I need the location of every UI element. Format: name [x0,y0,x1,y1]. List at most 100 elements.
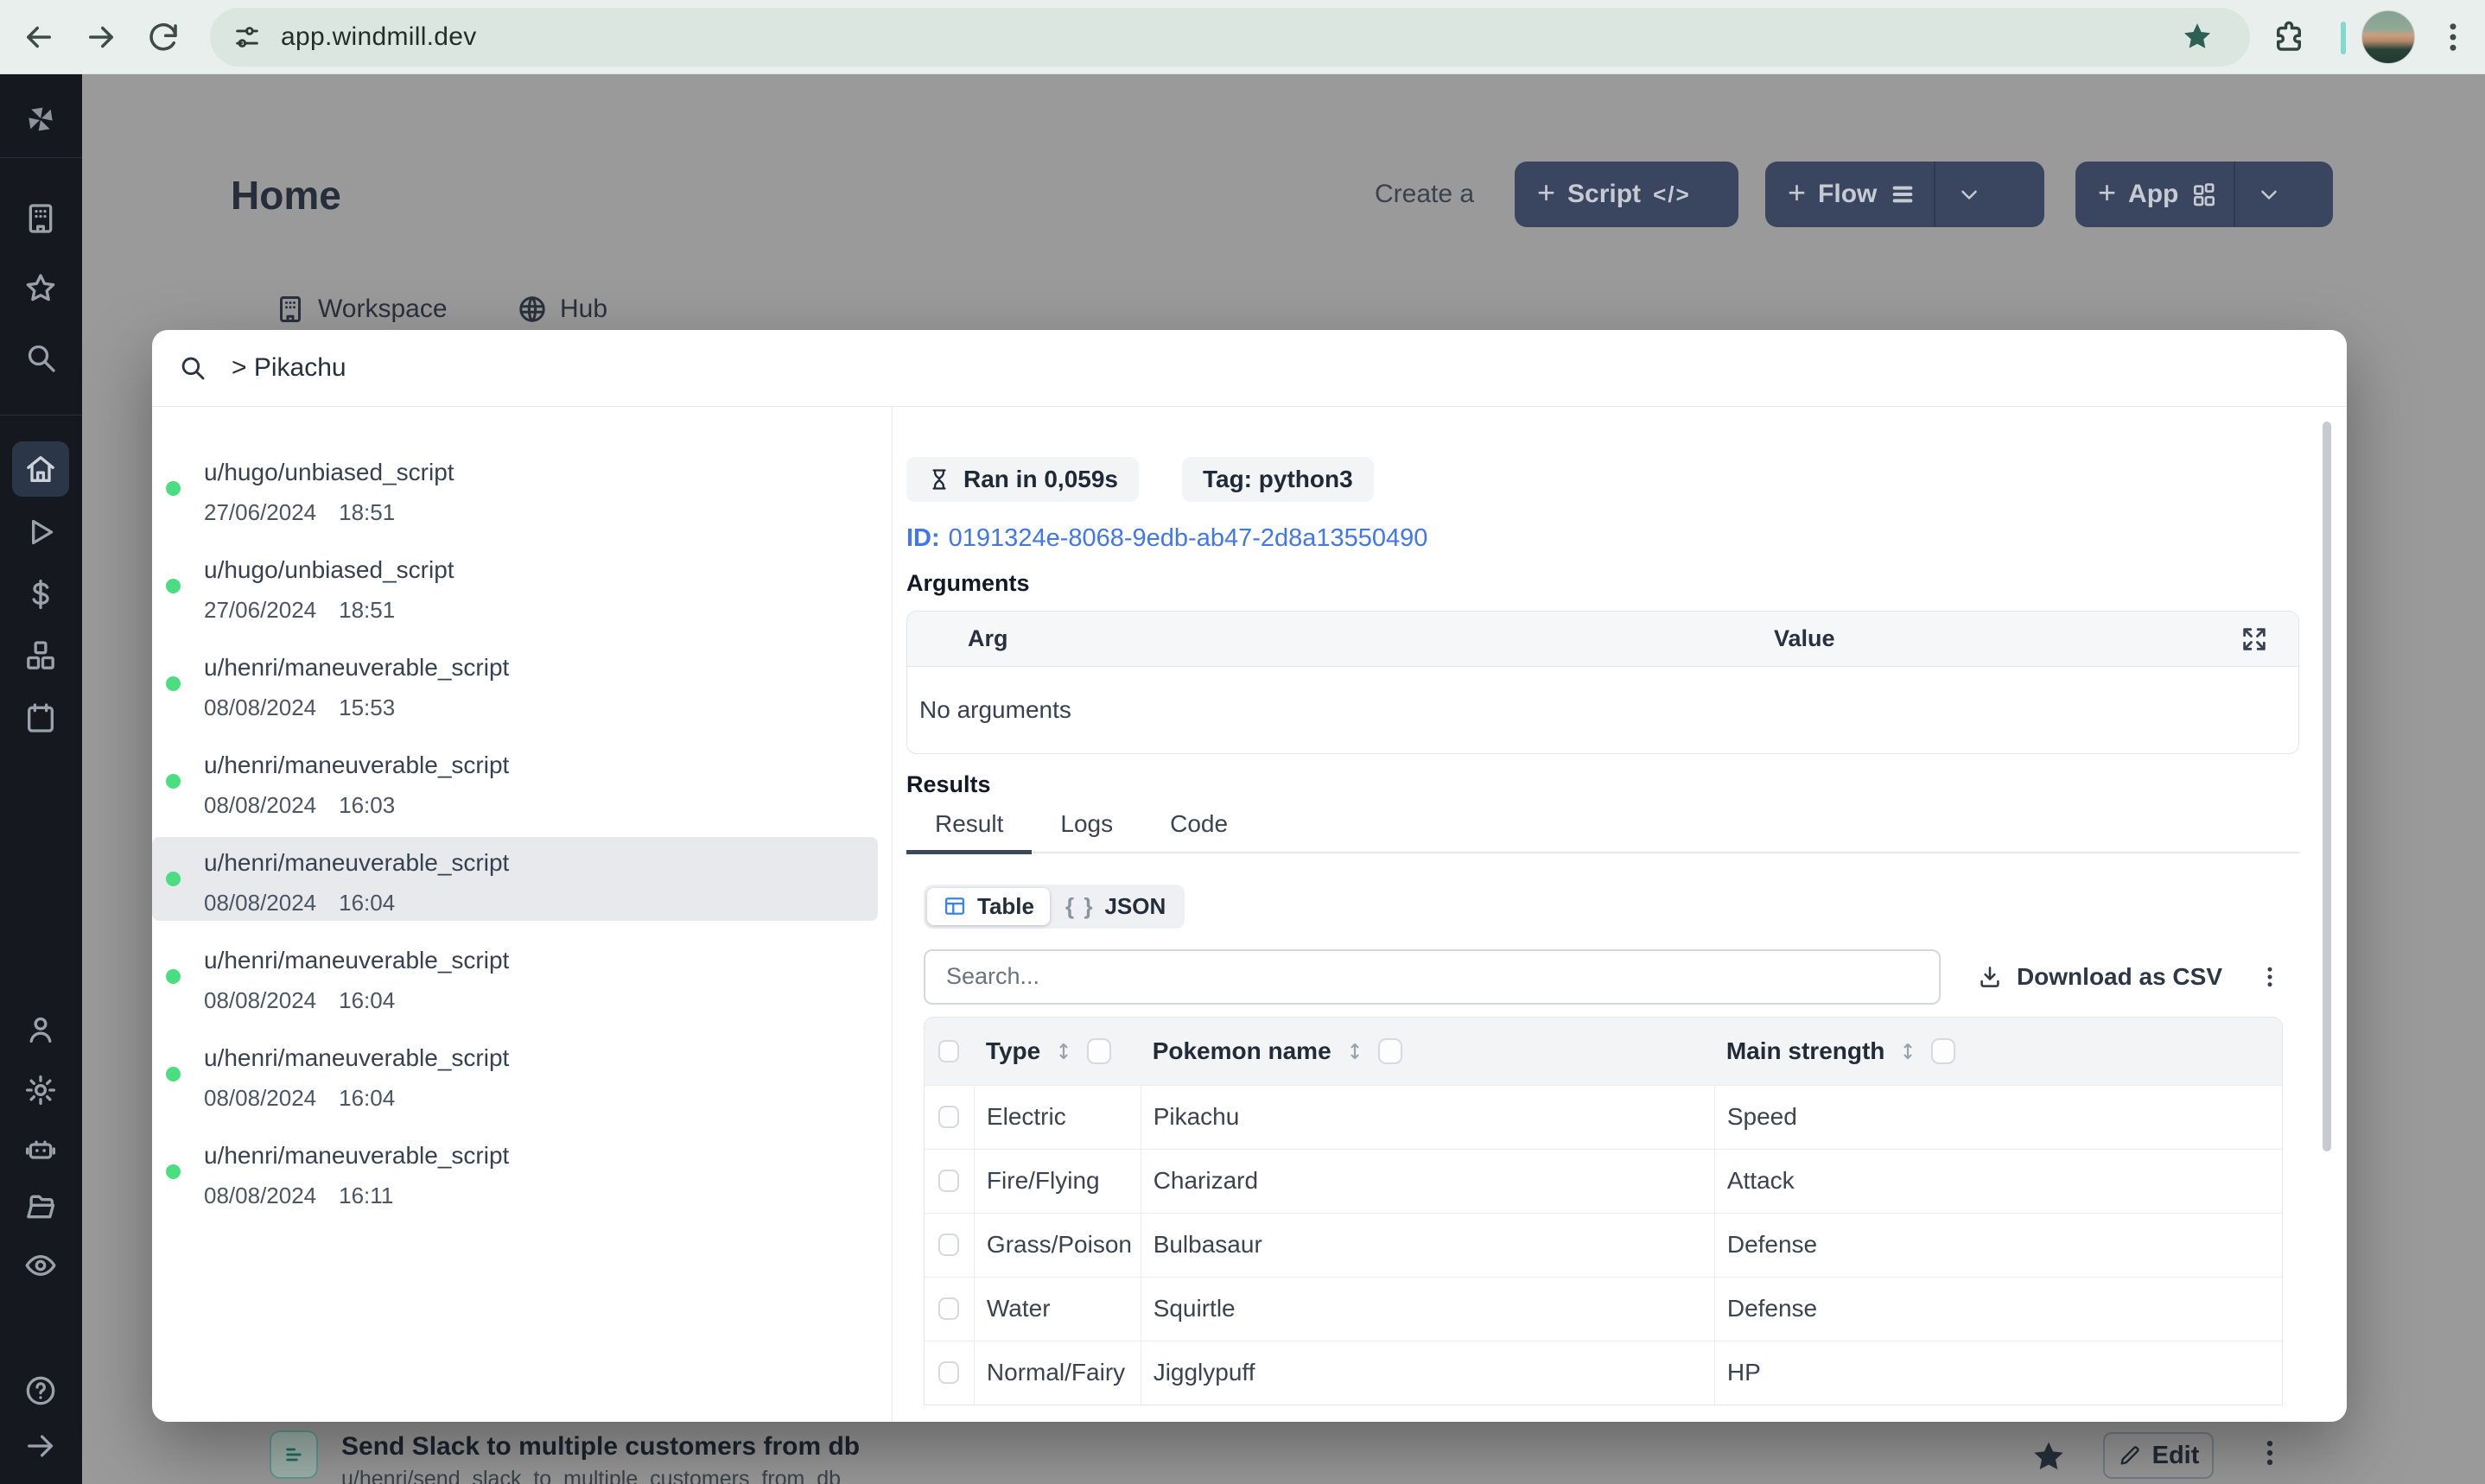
run-datetime: 08/08/2024 15:53 [204,694,878,721]
script-row-title[interactable]: Send Slack to multiple customers from db [341,1432,860,1462]
expand-icon[interactable] [2240,625,2269,654]
json-mode-label: JSON [1104,892,1166,919]
app-dropdown-button[interactable] [2234,162,2303,227]
run-list-item[interactable]: u/henri/maneuverable_script 08/08/2024 16:… [152,935,878,1018]
column-header-main-strength[interactable]: Main strength [1726,1037,1885,1065]
cell-type: Fire/Flying [973,1149,1141,1213]
create-script-button[interactable]: + Script </> [1515,162,1738,227]
sort-icon[interactable] [1897,1040,1919,1062]
tag-text: Tag: python3 [1202,466,1353,492]
sort-icon[interactable] [1052,1040,1075,1062]
run-datetime: 27/06/2024 18:51 [204,597,878,624]
run-list-item[interactable]: u/henri/maneuverable_script 08/08/2024 16:… [152,739,878,823]
column-filter-checkbox[interactable] [1087,1037,1112,1064]
arguments-table: Arg Value No arguments [906,611,2299,754]
run-id-label: ID: [906,524,940,552]
sidebar-item-variables[interactable] [20,574,61,615]
download-icon [1980,966,1999,987]
site-settings-icon[interactable] [232,22,262,52]
edit-button[interactable]: Edit [2103,1432,2214,1479]
sidebar-item-settings[interactable] [20,1069,61,1111]
home-list-row[interactable]: Send Slack to multiple customers from db… [82,1422,2485,1484]
column-header-type[interactable]: Type [986,1037,1040,1065]
tab-workspace[interactable]: Workspace [275,294,448,325]
global-search-modal: u/hugo/unbiased_script 27/06/2024 18:51 u/… [152,330,2347,1422]
sidebar-item-folders[interactable] [20,1186,61,1227]
sidebar-item-resources[interactable] [20,635,61,676]
run-datetime: 27/06/2024 18:51 [204,499,878,526]
favorite-star-icon[interactable] [2031,1439,2067,1475]
sort-icon[interactable] [1344,1040,1366,1062]
sidebar-item-runs[interactable] [20,511,61,553]
run-list-item[interactable]: u/hugo/unbiased_script 27/06/2024 18:51 [152,544,878,628]
avatar[interactable] [2361,10,2415,64]
hourglass-icon [932,469,946,490]
sidebar-item-search[interactable] [20,337,61,378]
row-menu-icon[interactable] [2253,1436,2287,1470]
sidebar-item-workspace[interactable] [20,198,61,239]
run-list-item-selected[interactable]: u/henri/maneuverable_script 08/08/2024 16:… [152,837,878,921]
windmill-logo-icon[interactable] [20,98,61,140]
bookmark-star-icon[interactable] [2181,21,2214,54]
row-checkbox[interactable] [938,1361,960,1384]
result-search-input[interactable] [924,948,1941,1005]
column-header-pokemon-name[interactable]: Pokemon name [1153,1037,1331,1065]
sidebar-item-help[interactable] [20,1370,61,1411]
create-app-button[interactable]: + App [2075,162,2333,227]
plus-icon: + [1788,174,1807,210]
run-list-item[interactable]: u/henri/maneuverable_script 08/08/2024 16:… [152,1032,878,1116]
global-search-input[interactable] [230,352,2347,384]
download-csv-button[interactable]: Download as CSV [1977,963,2222,991]
create-app-label: App [2128,180,2179,208]
run-date: 08/08/2024 [204,792,317,818]
row-checkbox[interactable] [938,1297,960,1320]
sidebar-item-home[interactable] [20,448,61,490]
sidebar-item-users[interactable] [20,1009,61,1050]
create-script-label: Script [1567,180,1642,208]
flow-dropdown-button[interactable] [1934,162,2003,227]
tab-result[interactable]: Result [906,810,1033,854]
table-row[interactable]: Electric Pikachu Speed [925,1084,2282,1149]
sidebar-item-schedules[interactable] [20,697,61,739]
sidebar-item-favorites[interactable] [20,268,61,309]
tab-workspace-label: Workspace [318,295,448,323]
run-list-item[interactable]: u/hugo/unbiased_script 27/06/2024 18:51 [152,447,878,530]
table-row[interactable]: Water Squirtle Defense [925,1276,2282,1341]
modal-scrollbar-thumb[interactable] [2323,422,2331,1151]
row-checkbox[interactable] [938,1106,960,1128]
result-menu-icon[interactable] [2257,964,2283,990]
tab-logs[interactable]: Logs [1032,810,1141,854]
row-checkbox[interactable] [938,1233,960,1256]
select-all-checkbox[interactable] [938,1039,960,1062]
run-list-item[interactable]: u/henri/maneuverable_script 08/08/2024 16:… [152,1130,878,1214]
column-filter-checkbox[interactable] [1931,1037,1956,1064]
table-row[interactable]: Normal/Fairy Jigglypuff HP [925,1340,2282,1405]
run-id-link[interactable]: 0191324e-8068-9edb-ab47-2d8a13550490 [949,524,1428,552]
reload-icon[interactable] [145,19,181,55]
sidebar-item-audit-logs[interactable] [20,1245,61,1286]
create-flow-button[interactable]: + Flow [1765,162,2044,227]
view-mode-table[interactable]: Table [927,887,1050,925]
run-date: 08/08/2024 [204,694,317,720]
tab-hub[interactable]: Hub [517,294,607,325]
view-mode-json[interactable]: { } JSON [1050,888,1181,925]
back-icon[interactable] [21,19,57,55]
cell-main-strength: Defense [1713,1213,2282,1277]
address-bar[interactable]: app.windmill.dev [210,8,2250,67]
run-list-item[interactable]: u/henri/maneuverable_script 08/08/2024 15:… [152,642,878,726]
tab-code[interactable]: Code [1141,810,1256,854]
result-table-header: Type Pokemon name Main strength [925,1017,2282,1085]
globe-icon [519,296,545,322]
sidebar-item-workers[interactable] [20,1128,61,1170]
column-filter-checkbox[interactable] [1377,1037,1402,1064]
extensions-icon[interactable] [2271,19,2307,55]
url-text[interactable]: app.windmill.dev [281,22,477,52]
run-datetime: 08/08/2024 16:03 [204,792,878,819]
result-tabs: Result Logs Code [906,810,2299,854]
forward-icon[interactable] [83,19,119,55]
sidebar-expand-icon[interactable] [20,1425,61,1467]
table-row[interactable]: Grass/Poison Bulbasaur Defense [925,1212,2282,1277]
browser-menu-icon[interactable] [2435,19,2471,55]
row-checkbox[interactable] [938,1170,960,1192]
table-row[interactable]: Fire/Flying Charizard Attack [925,1148,2282,1213]
